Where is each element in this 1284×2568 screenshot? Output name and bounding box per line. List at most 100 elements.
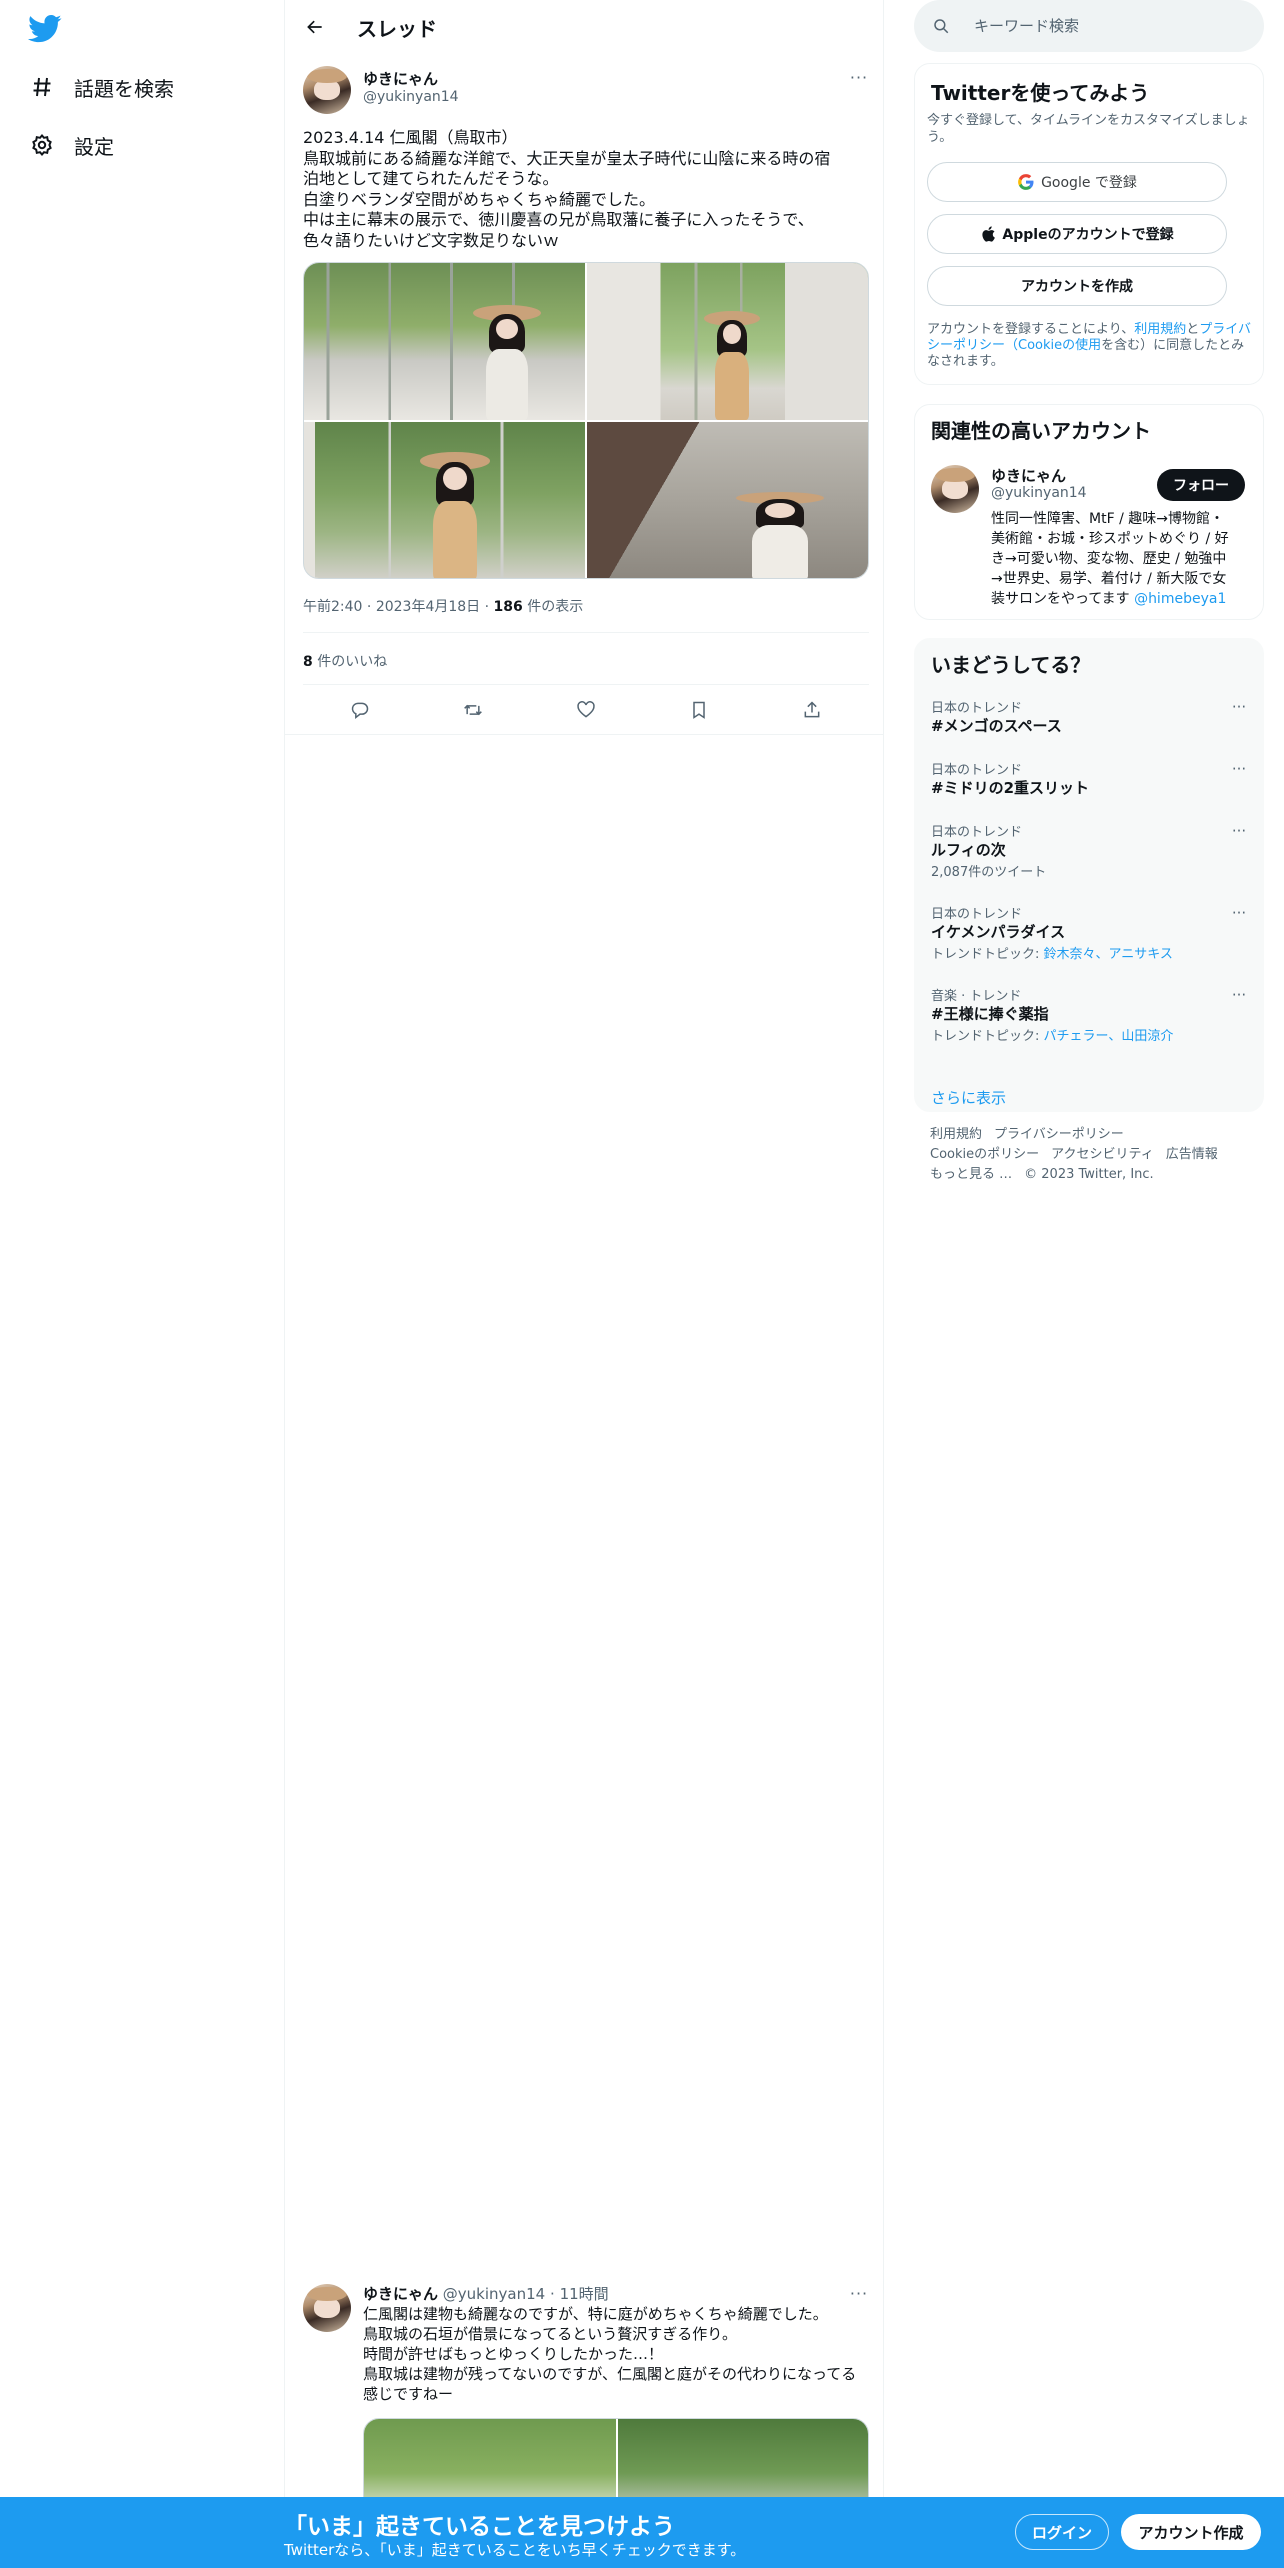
bio-line: き→可愛い物、変な物、歴史 / 勉強中 (991, 551, 1227, 567)
bio-line-text: 装サロンをやってます (991, 591, 1135, 607)
nav-settings-label: 設定 (74, 134, 114, 159)
legal-prefix: アカウントを登録することにより、 (927, 322, 1135, 337)
footer-link[interactable]: 広告情報 (1166, 1147, 1218, 1162)
login-button[interactable]: ログイン (1015, 2514, 1109, 2550)
like-icon[interactable] (568, 692, 604, 728)
reply-time[interactable]: 11時間 (560, 2285, 609, 2303)
trend-topics: トレンドトピック: パチェラー、山田涼介 (931, 1025, 1173, 1044)
banner-title: 「いま」起きていることを見つけよう (284, 2514, 675, 2540)
footer-more-link[interactable]: もっと見る … (930, 1167, 1012, 1182)
search-input[interactable] (974, 17, 1254, 35)
search-bar[interactable] (914, 0, 1264, 52)
tweet-text-line: 中は主に幕末の展示で、徳川慶喜の兄が鳥取藩に養子に入ったそうで、 (303, 210, 814, 229)
more-icon[interactable]: ··· (1227, 985, 1251, 1005)
meta-separator: · (550, 2285, 555, 2303)
bio-line: 性同一性障害、MtF / 趣味→博物館・ (991, 511, 1224, 527)
reply-text-line: 仁風閣は建物も綺麗なのですが、特に庭がめちゃくちゃ綺麗でした。 (363, 2305, 828, 2323)
footer-link[interactable]: Cookieのポリシー (930, 1147, 1039, 1162)
footer-link[interactable]: プライバシーポリシー (994, 1127, 1124, 1142)
apple-signup-label: Appleのアカウントで登録 (1002, 227, 1174, 243)
tweet-text-line: 白塗りベランダ空間がめちゃくちゃ綺麗でした。 (303, 189, 656, 209)
right-sidebar: Twitterを使ってみよう 今すぐ登録して、タイムラインをカスタマイズしましょ… (884, 0, 1284, 2568)
signup-card-subtitle: 今すぐ登録して、タイムラインをカスタマイズしましょう。 (927, 113, 1250, 145)
avatar[interactable] (303, 2284, 351, 2332)
view-count: 186 (493, 599, 523, 615)
trend-item[interactable]: 日本のトレンド #メンゴのスペース ··· (915, 697, 1265, 747)
more-icon[interactable]: ··· (1227, 903, 1251, 923)
tweet-action-bar (303, 692, 869, 728)
signup-button[interactable]: アカウント作成 (1121, 2514, 1261, 2550)
meta-separator: · (366, 599, 372, 615)
signup-legal-text: アカウントを登録することにより、利用規約とプライバシーポリシー（Cookieの使… (927, 322, 1253, 370)
like-count: 8 (303, 654, 313, 670)
follow-button[interactable]: フォロー (1157, 469, 1245, 501)
more-icon[interactable]: ··· (1227, 759, 1251, 779)
twitter-bird-icon[interactable] (28, 14, 62, 44)
meta-separator: · (484, 599, 490, 615)
page-title: スレッド (357, 17, 437, 41)
apple-icon (980, 225, 996, 243)
reply-header: ゆきにゃん @yukinyan14 · 11時間 (363, 2283, 609, 2304)
avatar[interactable] (303, 66, 351, 114)
retweet-icon[interactable] (455, 692, 491, 728)
reply-text-line: 感じですねー (363, 2385, 454, 2403)
likes-summary[interactable]: 8 件のいいね (303, 651, 387, 671)
tweet-time[interactable]: 午前2:40 (303, 599, 362, 615)
trend-context: 日本のトレンド (931, 907, 1023, 922)
tweet-author-handle[interactable]: @yukinyan14 (363, 89, 459, 105)
reply-icon[interactable] (342, 692, 378, 728)
reply-author-handle[interactable]: @yukinyan14 (443, 2285, 545, 2303)
bio-mention-link[interactable]: @himebeya1 (1134, 591, 1226, 607)
tweet-author-name[interactable]: ゆきにゃん (363, 68, 438, 89)
avatar[interactable] (931, 465, 979, 513)
share-icon[interactable] (794, 692, 830, 728)
trend-item[interactable]: 日本のトレンド #ミドリの2重スリット ··· (915, 759, 1265, 809)
related-account-name[interactable]: ゆきにゃん (991, 465, 1066, 486)
bookmark-icon[interactable] (681, 692, 717, 728)
tweet-photo[interactable] (587, 422, 868, 578)
trend-item[interactable]: 日本のトレンド ルフィの次 2,087件のツイート ··· (915, 821, 1265, 883)
tweet-text-line: 2023.4.14 仁風閣（鳥取市） (303, 128, 518, 147)
apple-signup-button[interactable]: Appleのアカウントで登録 (927, 214, 1227, 254)
trend-context: 日本のトレンド (931, 825, 1023, 840)
more-icon[interactable]: ··· (845, 67, 873, 87)
trend-topic-links[interactable]: パチェラー、山田涼介 (1044, 1029, 1174, 1044)
bio-line: 装サロンをやってます @himebeya1 (991, 589, 1251, 609)
trend-topic-links[interactable]: 鈴木奈々、アニサキス (1044, 947, 1173, 962)
trends-card: いまどうしてる？ 日本のトレンド #メンゴのスペース ··· 日本のトレンド #… (914, 638, 1264, 1112)
trend-name: #メンゴのスペース (931, 717, 1062, 735)
thread-column: スレッド ゆきにゃん @yukinyan14 ··· 2023.4.14 仁風閣… (284, 0, 884, 2568)
legal-paren: （ (1005, 338, 1019, 353)
tweet-photo[interactable] (304, 422, 585, 578)
nav-settings[interactable]: 設定 (28, 123, 114, 167)
nav-explore[interactable]: 話題を検索 (28, 65, 174, 109)
tweet-photo[interactable] (587, 263, 868, 420)
more-icon[interactable]: ··· (845, 2283, 873, 2303)
trend-item[interactable]: 音楽 · トレンド #王様に捧ぐ薬指 トレンドトピック: パチェラー、山田涼介 … (915, 985, 1265, 1047)
signup-card: Twitterを使ってみよう 今すぐ登録して、タイムラインをカスタマイズしましょ… (914, 63, 1264, 385)
google-signup-label: Google で登録 (1041, 175, 1137, 191)
trend-context: 音楽 · トレンド (931, 989, 1022, 1004)
footer-link[interactable]: 利用規約 (930, 1127, 982, 1142)
banner-subtitle: Twitterなら、「いま」起きていることをいち早くチェックできます。 (284, 2541, 746, 2559)
bio-line: 美術館・お城・珍スポットめぐり / 好 (991, 531, 1229, 547)
more-icon[interactable]: ··· (1227, 697, 1251, 717)
reply-text-line: 時間が許せばもっとゆっくりしたかった…！ (363, 2345, 664, 2363)
trend-topics-label: トレンドトピック: (931, 947, 1044, 962)
cookie-link[interactable]: Cookieの使用 (1018, 338, 1101, 353)
trend-tweet-count: 2,087件のツイート (931, 865, 1047, 880)
more-icon[interactable]: ··· (1227, 821, 1251, 841)
tweet-photo[interactable] (304, 263, 585, 420)
google-signup-button[interactable]: Google で登録 (927, 162, 1227, 202)
show-more-link[interactable]: さらに表示 (931, 1087, 1006, 1108)
trend-item[interactable]: 日本のトレンド イケメンパラダイス トレンドトピック: 鈴木奈々、アニサキス ·… (915, 903, 1265, 965)
footer-link[interactable]: アクセシビリティ (1051, 1147, 1154, 1162)
trend-name: ルフィの次 (931, 841, 1006, 859)
arrow-left-icon[interactable] (299, 11, 331, 43)
trend-name: #王様に捧ぐ薬指 (931, 1005, 1049, 1023)
tweet-date[interactable]: 2023年4月18日 (376, 599, 480, 615)
related-account-handle[interactable]: @yukinyan14 (991, 485, 1087, 501)
reply-author-name[interactable]: ゆきにゃん (363, 2285, 438, 2303)
create-account-button[interactable]: アカウントを作成 (927, 266, 1227, 306)
terms-link[interactable]: 利用規約 (1134, 322, 1186, 337)
